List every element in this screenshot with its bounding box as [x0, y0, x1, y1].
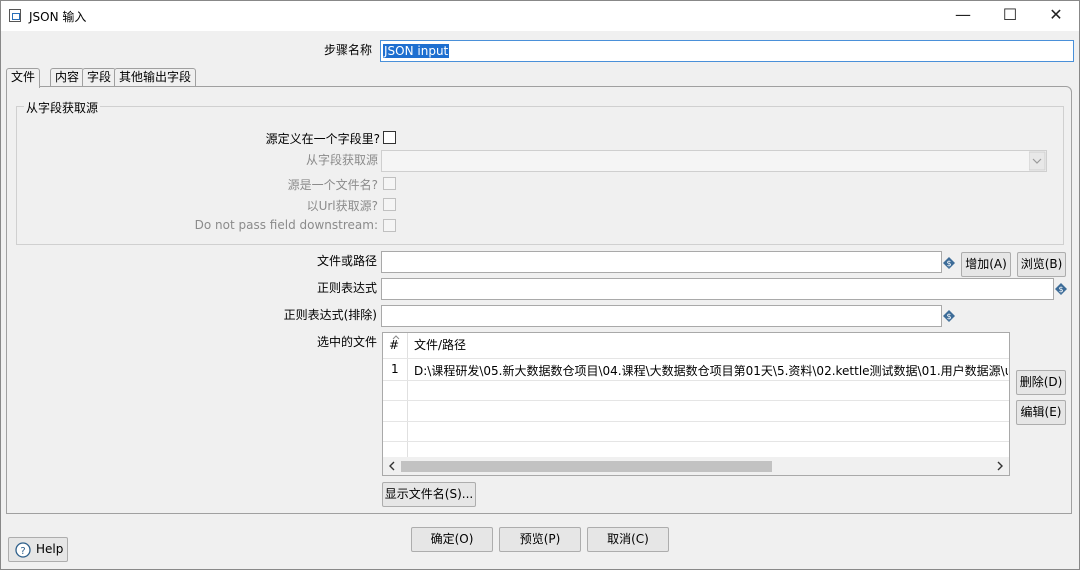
sort-arrow-icon — [392, 335, 400, 340]
scrollbar-thumb[interactable] — [401, 461, 772, 472]
row-divider — [383, 400, 1009, 401]
variable-icon[interactable]: $ — [943, 257, 955, 269]
chevron-left-icon[interactable] — [387, 461, 397, 471]
edit-button[interactable]: 编辑(E) — [1016, 400, 1066, 425]
tab-file[interactable]: 文件 — [6, 68, 41, 88]
preview-button[interactable]: 预览(P) — [499, 527, 581, 552]
help-label: Help — [36, 542, 64, 556]
minimize-button[interactable]: — — [940, 0, 986, 31]
variable-icon[interactable]: $ — [1055, 283, 1067, 295]
row-path: D:\课程研发\05.新大数据数仓项目\04.课程\大数据数仓项目第01天\5.… — [414, 364, 1008, 378]
row-number: 1 — [391, 362, 399, 376]
read-url-label: 以Url获取源? — [306, 199, 378, 213]
close-button[interactable]: ✕ — [1033, 0, 1079, 31]
step-name-label: 步骤名称 — [323, 43, 372, 57]
source-is-filename-checkbox[interactable] — [383, 177, 396, 190]
row-divider — [383, 441, 1009, 442]
delete-button[interactable]: 删除(D) — [1016, 370, 1066, 395]
do-not-pass-checkbox[interactable] — [383, 219, 396, 232]
source-in-field-label: 源定义在一个字段里? — [265, 132, 380, 146]
regex-exclude-label: 正则表达式(排除) — [283, 308, 377, 322]
horizontal-scrollbar[interactable] — [383, 457, 1009, 475]
dialog-icon — [9, 9, 21, 22]
file-or-dir-label: 文件或路径 — [316, 254, 377, 268]
regex-label: 正则表达式 — [316, 281, 377, 295]
chevron-down-icon — [1029, 151, 1046, 171]
column-header-path[interactable]: 文件/路径 — [414, 333, 466, 358]
window-title: JSON 输入 — [29, 10, 87, 24]
step-name-value: JSON input — [383, 44, 450, 58]
variable-icon[interactable]: $ — [943, 310, 955, 322]
read-url-checkbox[interactable] — [383, 198, 396, 211]
svg-text:?: ? — [20, 546, 25, 557]
group-title: 从字段获取源 — [24, 99, 101, 116]
tab-other-output-fields[interactable]: 其他输出字段 — [114, 68, 197, 87]
column-divider — [407, 333, 408, 457]
get-source-from-field-label: 从字段获取源 — [305, 153, 378, 167]
selected-files-table[interactable]: # 文件/路径 1 D:\课程研发\05.新大数据数仓项目\04.课程\大数据数… — [382, 332, 1010, 476]
add-button[interactable]: 增加(A) — [961, 252, 1011, 277]
svg-text:$: $ — [946, 259, 951, 268]
source-is-filename-label: 源是一个文件名? — [287, 178, 378, 192]
file-or-dir-input[interactable] — [381, 251, 942, 273]
chevron-right-icon[interactable] — [995, 461, 1005, 471]
tab-fields[interactable]: 字段 — [82, 68, 117, 87]
maximize-button[interactable]: ☐ — [987, 0, 1033, 31]
help-icon: ? — [15, 542, 31, 558]
row-divider — [383, 421, 1009, 422]
regex-input[interactable] — [381, 278, 1054, 300]
show-filenames-button[interactable]: 显示文件名(S)... — [382, 482, 476, 507]
source-in-field-checkbox[interactable] — [383, 131, 396, 144]
ok-button[interactable]: 确定(O) — [411, 527, 493, 552]
step-name-input[interactable]: JSON input — [380, 40, 1074, 62]
selected-files-label: 选中的文件 — [316, 335, 377, 349]
svg-text:$: $ — [1058, 285, 1063, 294]
title-bar — [0, 0, 1080, 31]
do-not-pass-label: Do not pass field downstream: — [194, 218, 378, 232]
regex-exclude-input[interactable] — [381, 305, 942, 327]
table-row[interactable]: 1 D:\课程研发\05.新大数据数仓项目\04.课程\大数据数仓项目第01天\… — [383, 359, 1009, 380]
tab-content[interactable]: 内容 — [50, 68, 85, 87]
browse-button[interactable]: 浏览(B) — [1017, 252, 1066, 277]
source-field-select[interactable] — [381, 150, 1047, 172]
help-button[interactable]: ? Help — [8, 537, 68, 562]
svg-text:$: $ — [946, 312, 951, 321]
row-divider — [383, 380, 1009, 381]
cancel-button[interactable]: 取消(C) — [587, 527, 669, 552]
